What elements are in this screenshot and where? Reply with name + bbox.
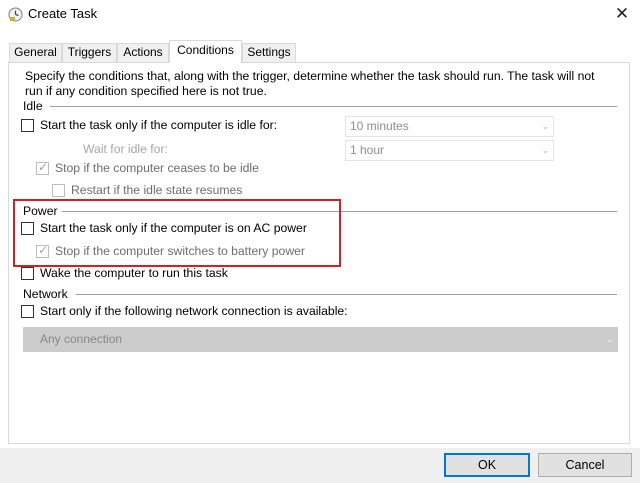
idle-separator bbox=[50, 106, 617, 107]
close-button[interactable]: ✕ bbox=[606, 1, 638, 28]
network-section-label: Network bbox=[23, 287, 68, 301]
start-if-idle-checkbox[interactable] bbox=[21, 119, 34, 132]
conditions-description: Specify the conditions that, along with … bbox=[25, 69, 595, 98]
title-bar: Create Task ✕ bbox=[0, 0, 640, 30]
idle-duration-value: 10 minutes bbox=[350, 119, 409, 133]
network-connection-value: Any connection bbox=[40, 332, 123, 346]
stop-if-not-idle-label: Stop if the computer ceases to be idle bbox=[55, 161, 259, 175]
tab-settings[interactable]: Settings bbox=[242, 43, 296, 62]
wait-duration-value: 1 hour bbox=[350, 143, 385, 157]
highlight-box bbox=[13, 199, 341, 267]
wake-to-run-checkbox[interactable] bbox=[21, 267, 34, 280]
network-connection-select[interactable]: Any connection ⌄ bbox=[23, 327, 618, 352]
wait-for-idle-label: Wait for idle for: bbox=[83, 142, 168, 156]
chevron-down-icon: ⌄ bbox=[605, 334, 613, 344]
tab-conditions[interactable]: Conditions bbox=[169, 40, 242, 63]
wait-duration-select[interactable]: 1 hour ⌄ bbox=[345, 140, 554, 161]
cancel-button[interactable]: Cancel bbox=[538, 453, 632, 477]
checkmark-icon: ✓ bbox=[38, 160, 49, 174]
tab-triggers[interactable]: Triggers bbox=[62, 43, 117, 62]
stop-if-not-idle-checkbox[interactable]: ✓ bbox=[36, 160, 49, 175]
wake-to-run-label: Wake the computer to run this task bbox=[40, 266, 228, 280]
network-separator bbox=[76, 294, 617, 295]
chevron-down-icon: ⌄ bbox=[541, 121, 549, 131]
ok-button[interactable]: OK bbox=[444, 453, 530, 477]
task-scheduler-clock-icon bbox=[8, 7, 23, 22]
tab-general[interactable]: General bbox=[9, 43, 62, 62]
close-icon: ✕ bbox=[614, 4, 630, 23]
chevron-down-icon: ⌄ bbox=[541, 145, 549, 155]
tab-actions[interactable]: Actions bbox=[117, 43, 169, 62]
restart-if-idle-label: Restart if the idle state resumes bbox=[71, 183, 243, 197]
start-if-idle-label: Start the task only if the computer is i… bbox=[40, 118, 278, 132]
idle-section-label: Idle bbox=[23, 99, 43, 113]
restart-if-idle-checkbox[interactable] bbox=[52, 184, 65, 197]
start-if-network-label: Start only if the following network conn… bbox=[40, 304, 348, 318]
start-if-network-checkbox[interactable] bbox=[21, 305, 34, 318]
window-title: Create Task bbox=[28, 6, 98, 21]
idle-duration-select[interactable]: 10 minutes ⌄ bbox=[345, 116, 554, 137]
